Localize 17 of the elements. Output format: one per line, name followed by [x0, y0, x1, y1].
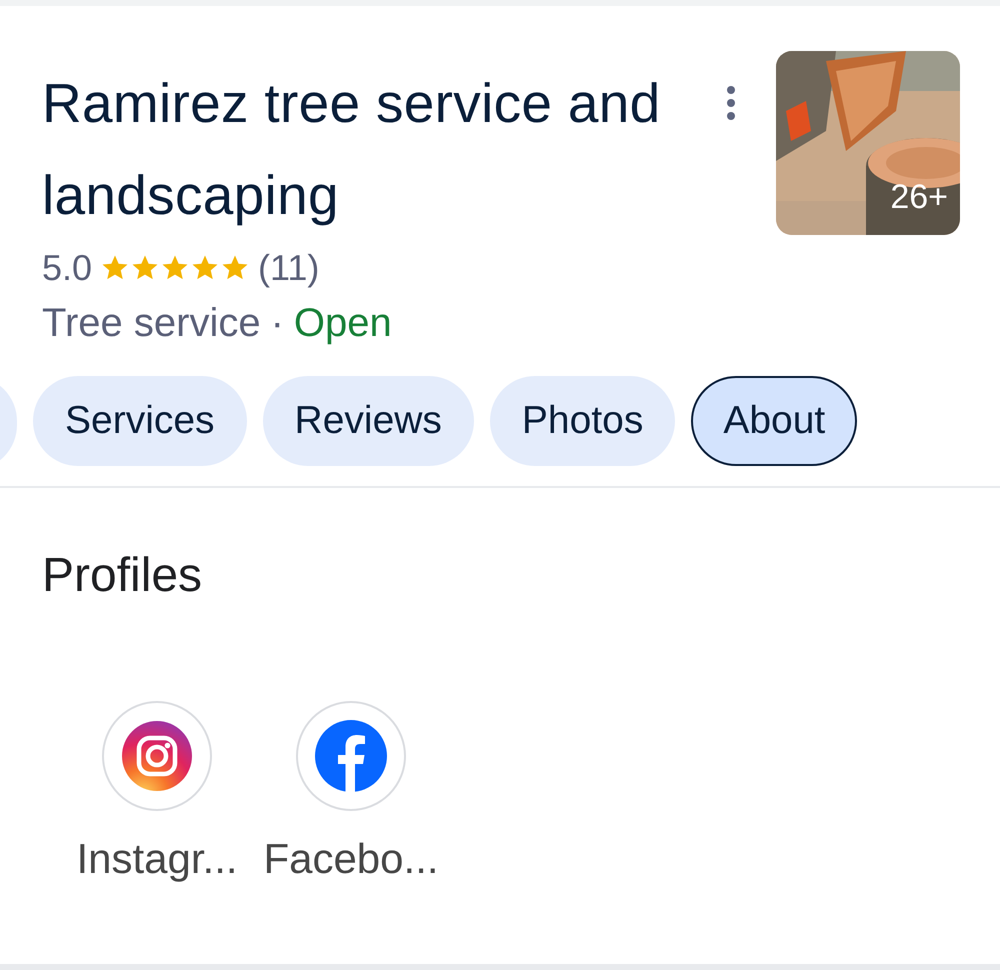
profile-link[interactable]: Facebo...	[256, 701, 446, 883]
f-logo-icon	[315, 720, 387, 792]
more-options-icon[interactable]	[726, 85, 736, 121]
photo-count: 26+	[890, 178, 948, 217]
profile-link[interactable]: Instagr...	[62, 701, 252, 883]
place-title: Ramirez tree service and landscaping	[42, 71, 662, 228]
tab-chip[interactable]: Reviews	[262, 376, 474, 466]
open-status: Open	[294, 301, 392, 346]
camera-icon	[122, 721, 192, 791]
tab-chip[interactable]: Photos	[490, 376, 676, 466]
rating-value: 5.0	[42, 247, 92, 289]
review-count: (11)	[258, 247, 320, 289]
tab-chip[interactable]: About	[691, 376, 858, 466]
category-label: Tree service	[42, 301, 261, 346]
section-heading: Profiles	[42, 548, 204, 603]
tab-chip[interactable]: Services	[33, 376, 247, 466]
separator-dot: ·	[270, 301, 284, 346]
